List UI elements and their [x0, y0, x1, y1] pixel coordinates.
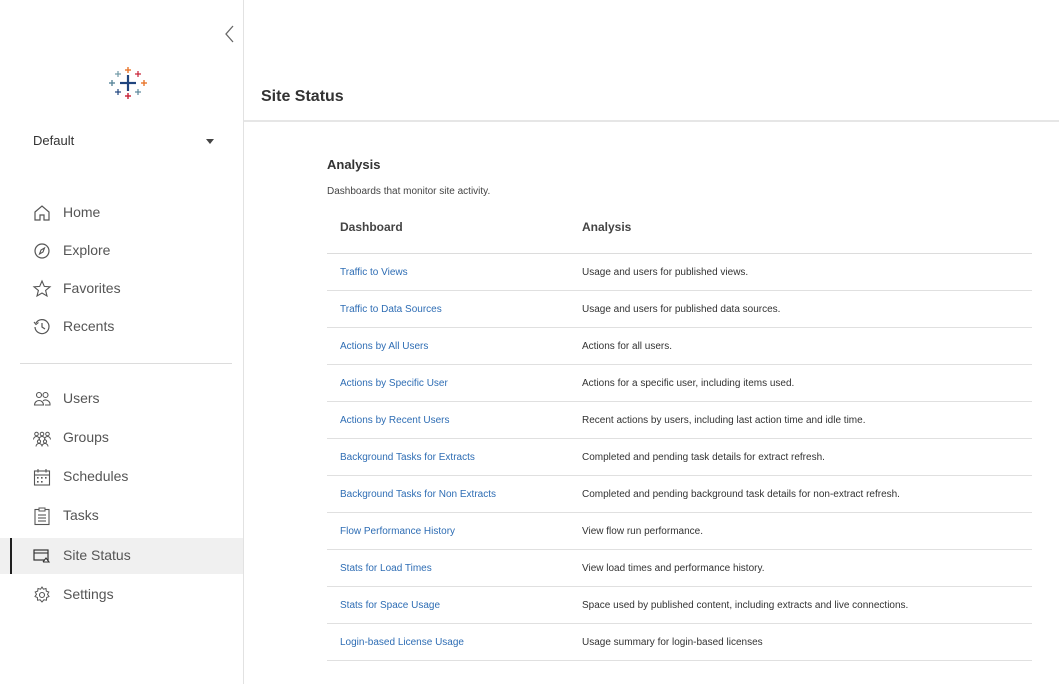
nav-item-label: Favorites [63, 280, 121, 296]
nav-item-tasks[interactable]: Tasks [0, 498, 243, 534]
page-title: Site Status [261, 88, 344, 105]
nav-item-groups[interactable]: Groups [0, 420, 243, 456]
table-row: Background Tasks for Non Extracts Complet… [327, 476, 1032, 513]
dashboard-link[interactable]: Traffic to Views [340, 267, 408, 278]
dashboard-analysis-text: Completed and pending background task de… [582, 489, 900, 500]
nav-item-explore[interactable]: Explore [0, 233, 243, 269]
table-header: Dashboard Analysis [327, 208, 1032, 254]
sidebar: Default Home Explore Favorites Recents U… [0, 0, 244, 684]
dashboard-analysis-text: View flow run performance. [582, 526, 703, 537]
table-row: Actions by Recent Users Recent actions by… [327, 402, 1032, 439]
table-row: Traffic to Data Sources Usage and users f… [327, 291, 1032, 328]
table-row: Login-based License Usage Usage summary f… [327, 624, 1032, 661]
site-selector[interactable]: Default [33, 130, 223, 154]
dashboard-link[interactable]: Stats for Space Usage [340, 600, 440, 611]
nav-item-schedules[interactable]: Schedules [0, 459, 243, 495]
nav-item-recents[interactable]: Recents [0, 309, 243, 345]
users-icon [33, 391, 51, 406]
dashboard-link[interactable]: Traffic to Data Sources [340, 304, 442, 315]
dashboard-analysis-text: Usage summary for login-based licenses [582, 637, 763, 648]
dashboard-analysis-text: Completed and pending task details for e… [582, 452, 825, 463]
recents-icon [33, 319, 50, 335]
dashboard-analysis-text: Usage and users for published views. [582, 267, 749, 278]
dashboard-link[interactable]: Actions by Recent Users [340, 415, 450, 426]
site-status-icon [33, 549, 51, 563]
column-header-analysis: Analysis [582, 220, 632, 234]
nav-item-label: Tasks [63, 507, 99, 523]
dashboard-link[interactable]: Background Tasks for Non Extracts [340, 489, 496, 500]
tableau-logo [108, 66, 148, 100]
nav-item-label: Explore [63, 242, 111, 258]
dashboards-table: Dashboard Analysis Traffic to Views Usage… [327, 208, 1032, 661]
nav-item-home[interactable]: Home [0, 195, 243, 231]
nav-item-users[interactable]: Users [0, 381, 243, 417]
table-row: Background Tasks for Extracts Completed a… [327, 439, 1032, 476]
settings-icon [34, 586, 50, 603]
dashboard-analysis-text: Actions for all users. [582, 341, 673, 352]
dashboard-analysis-text: Recent actions by users, including last … [582, 415, 866, 426]
column-header-dashboard: Dashboard [340, 220, 403, 234]
groups-icon [33, 431, 51, 447]
table-row: Traffic to Views Usage and users for publ… [327, 254, 1032, 291]
nav-item-favorites[interactable]: Favorites [0, 271, 243, 307]
nav-item-label: Home [63, 204, 101, 220]
dashboard-link[interactable]: Actions by Specific User [340, 378, 448, 389]
site-selector-value: Default [33, 133, 75, 148]
collapse-sidebar-button[interactable] [222, 22, 238, 46]
nav-item-label: Settings [63, 586, 114, 602]
dashboard-link[interactable]: Login-based License Usage [340, 637, 464, 648]
home-icon [34, 205, 50, 221]
title-divider [244, 120, 1059, 122]
nav-divider [20, 363, 232, 364]
tasks-icon [34, 507, 50, 526]
dashboard-analysis-text: Actions for a specific user, including i… [582, 378, 795, 389]
tableau-logo-icon [109, 67, 147, 99]
section-description: Dashboards that monitor site activity. [327, 186, 491, 197]
nav-item-site-status[interactable]: Site Status [0, 538, 243, 574]
dashboard-link[interactable]: Stats for Load Times [340, 563, 432, 574]
explore-icon [34, 243, 50, 259]
nav-item-settings[interactable]: Settings [0, 577, 243, 613]
dashboard-analysis-text: Space used by published content, includi… [582, 600, 909, 611]
dashboard-link[interactable]: Flow Performance History [340, 526, 455, 537]
nav-item-label: Users [63, 390, 100, 406]
nav-item-label: Groups [63, 429, 109, 445]
dashboard-analysis-text: Usage and users for published data sourc… [582, 304, 781, 315]
dashboard-analysis-text: View load times and performance history. [582, 563, 765, 574]
table-row: Flow Performance History View flow run pe… [327, 513, 1032, 550]
dashboard-link[interactable]: Background Tasks for Extracts [340, 452, 475, 463]
chevron-left-icon [225, 25, 234, 43]
table-row: Stats for Load Times View load times and … [327, 550, 1032, 587]
nav-item-label: Recents [63, 318, 115, 334]
table-body: Traffic to Views Usage and users for publ… [327, 254, 1032, 661]
nav-item-label: Schedules [63, 468, 129, 484]
table-row: Actions by Specific User Actions for a sp… [327, 365, 1032, 402]
table-row: Stats for Space Usage Space used by publi… [327, 587, 1032, 624]
dashboard-link[interactable]: Actions by All Users [340, 341, 428, 352]
caret-down-icon [206, 139, 214, 144]
schedules-icon [33, 469, 51, 486]
star-icon [32, 279, 52, 298]
section-title: Analysis [327, 157, 381, 172]
nav-item-label: Site Status [63, 547, 131, 563]
table-row: Actions by All Users Actions for all user… [327, 328, 1032, 365]
